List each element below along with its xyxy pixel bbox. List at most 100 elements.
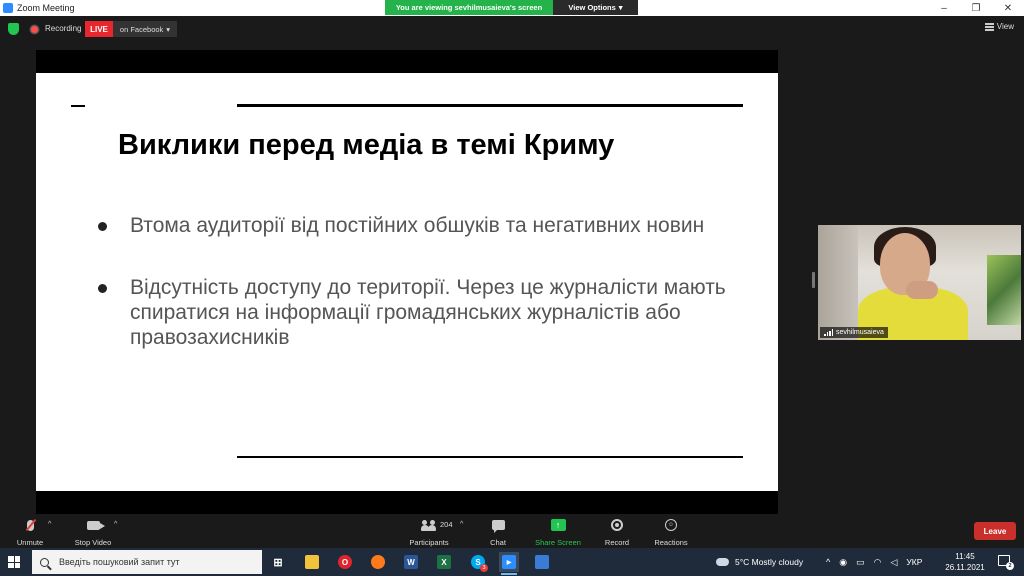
- viewing-screen-label: You are viewing sevhilmusaieva's screen: [385, 0, 553, 15]
- record-label: Record: [604, 538, 630, 547]
- participants-button[interactable]: Participants: [389, 517, 469, 547]
- folder-icon: [305, 555, 319, 569]
- windows-taskbar: Введіть пошуковий запит тут ⊞ O W X S 3 …: [0, 548, 1024, 576]
- bullet-text: Втома аудиторії від постійних обшуків та…: [130, 214, 705, 237]
- microphone-muted-icon: [25, 518, 36, 531]
- stop-video-label: Stop Video: [74, 538, 112, 547]
- skype-app[interactable]: S 3: [468, 552, 488, 572]
- bullet-dot: [98, 284, 107, 293]
- system-tray: ^ ◉ ▭ ◠ ◁ УКР: [826, 548, 922, 576]
- search-placeholder: Введіть пошуковий запит тут: [59, 557, 180, 567]
- windows-start-icon[interactable]: [8, 556, 20, 568]
- firefox-app[interactable]: [368, 552, 388, 572]
- share-screen-label: Share Screen: [535, 538, 581, 547]
- notification-count: 2: [1006, 562, 1014, 570]
- cloud-icon: [716, 558, 729, 566]
- share-screen-icon: ↑: [550, 519, 566, 531]
- active-app-indicator: [501, 573, 517, 575]
- opera-browser-icon: O: [338, 555, 352, 569]
- word-app[interactable]: W: [401, 552, 421, 572]
- zoom-app[interactable]: ▶: [499, 552, 519, 575]
- participant-name-tag: sevhilmusaieva: [820, 327, 888, 338]
- view-label: View: [996, 22, 1014, 31]
- weather-widget[interactable]: 5°C Mostly cloudy: [716, 548, 803, 576]
- photos-app[interactable]: [532, 552, 552, 572]
- view-button[interactable]: View: [984, 22, 1014, 31]
- minimize-button[interactable]: –: [928, 0, 960, 16]
- file-explorer-app[interactable]: [302, 552, 322, 572]
- weather-text: 5°C Mostly cloudy: [735, 557, 804, 567]
- participant-video-tile[interactable]: sevhilmusaieva: [818, 225, 1021, 340]
- stop-video-button[interactable]: Stop Video: [53, 517, 133, 547]
- security-icon[interactable]: ◉: [839, 557, 847, 568]
- signal-bars-icon: [824, 329, 833, 336]
- taskbar-search-box[interactable]: Введіть пошуковий запит тут: [32, 550, 262, 574]
- opera-app[interactable]: O: [335, 552, 355, 572]
- chat-bubble-icon: [491, 520, 505, 533]
- zoom-icon: ▶: [502, 555, 516, 569]
- slide-bullet-list: Втома аудиторії від постійних обшуків та…: [98, 213, 738, 387]
- clock-time: 11:45: [955, 552, 975, 561]
- task-view-button[interactable]: ⊞: [268, 552, 288, 572]
- restore-button[interactable]: ❐: [960, 0, 992, 16]
- notification-center-icon[interactable]: 2: [998, 555, 1014, 570]
- reactions-button[interactable]: ☺ Reactions: [631, 517, 711, 547]
- slide-bullet: Втома аудиторії від постійних обшуків та…: [98, 213, 738, 238]
- volume-icon[interactable]: ◁: [890, 557, 897, 568]
- bullet-text: Відсутність доступу до території. Через …: [130, 276, 726, 349]
- participants-count: 204: [440, 520, 453, 529]
- wifi-icon[interactable]: ◠: [874, 557, 882, 568]
- view-options-button[interactable]: View Options ▾: [553, 0, 638, 15]
- slide-top-rule: [237, 104, 743, 107]
- view-options-label: View Options: [568, 3, 616, 12]
- network-icon[interactable]: ▭: [856, 557, 865, 568]
- excel-app[interactable]: X: [434, 552, 454, 572]
- taskbar-clock[interactable]: 11:45 26.11.2021: [940, 551, 990, 573]
- slide-dash: [71, 105, 85, 107]
- recording-label: Recording: [45, 24, 82, 33]
- audio-options-caret[interactable]: ^: [48, 521, 51, 528]
- record-icon: [611, 519, 623, 531]
- search-icon: [40, 557, 49, 567]
- chat-label: Chat: [490, 538, 506, 547]
- reactions-smiley-icon: ☺: [665, 519, 677, 531]
- slide-bullet: Відсутність доступу до території. Через …: [98, 275, 738, 350]
- clock-date: 26.11.2021: [945, 563, 985, 572]
- photos-icon: [535, 555, 549, 569]
- encryption-shield-icon[interactable]: [8, 23, 19, 35]
- video-panel-drag-handle[interactable]: [812, 272, 815, 288]
- skype-notification-badge: 3: [480, 564, 488, 572]
- leave-meeting-button[interactable]: Leave: [974, 522, 1016, 540]
- window-controls: – ❐ ✕: [928, 0, 1024, 16]
- screen-share-banner: You are viewing sevhilmusaieva's screen …: [385, 0, 638, 15]
- zoom-logo-icon: [3, 3, 13, 13]
- tray-expand-chevron[interactable]: ^: [826, 557, 830, 567]
- shared-screen: Виклики перед медіа в темі Криму Втома а…: [36, 50, 778, 514]
- excel-icon: X: [437, 555, 451, 569]
- unmute-label: Unmute: [16, 538, 44, 547]
- firefox-icon: [371, 555, 385, 569]
- wall-picture: [987, 255, 1021, 325]
- live-destination-dropdown[interactable]: on Facebook ▾: [113, 21, 177, 37]
- video-options-caret[interactable]: ^: [114, 521, 117, 528]
- participant-hands: [906, 281, 938, 299]
- live-badge: LIVE: [85, 21, 113, 37]
- participants-label: Participants: [409, 538, 449, 547]
- meeting-toolbar: Unmute ^ Stop Video ^ Participants 204 ^…: [0, 514, 1024, 548]
- chevron-down-icon: ▾: [618, 3, 623, 12]
- close-button[interactable]: ✕: [992, 0, 1024, 16]
- participants-icon: [421, 519, 437, 531]
- recording-dot-icon: [31, 26, 38, 33]
- video-background: [818, 225, 858, 340]
- chevron-down-icon: ▾: [166, 24, 171, 34]
- meeting-info-bar: Recording LIVE on Facebook ▾ View: [0, 18, 1024, 40]
- task-view-icon: ⊞: [273, 556, 283, 569]
- presentation-slide: Виклики перед медіа в темі Криму Втома а…: [36, 73, 778, 491]
- keyboard-language[interactable]: УКР: [906, 557, 922, 567]
- participant-name: sevhilmusaieva: [836, 329, 884, 336]
- grid-view-icon: [984, 22, 994, 31]
- bullet-dot: [98, 222, 107, 231]
- slide-heading: Виклики перед медіа в темі Криму: [118, 129, 615, 161]
- window-title: Zoom Meeting: [17, 3, 75, 13]
- reactions-label: Reactions: [654, 538, 688, 547]
